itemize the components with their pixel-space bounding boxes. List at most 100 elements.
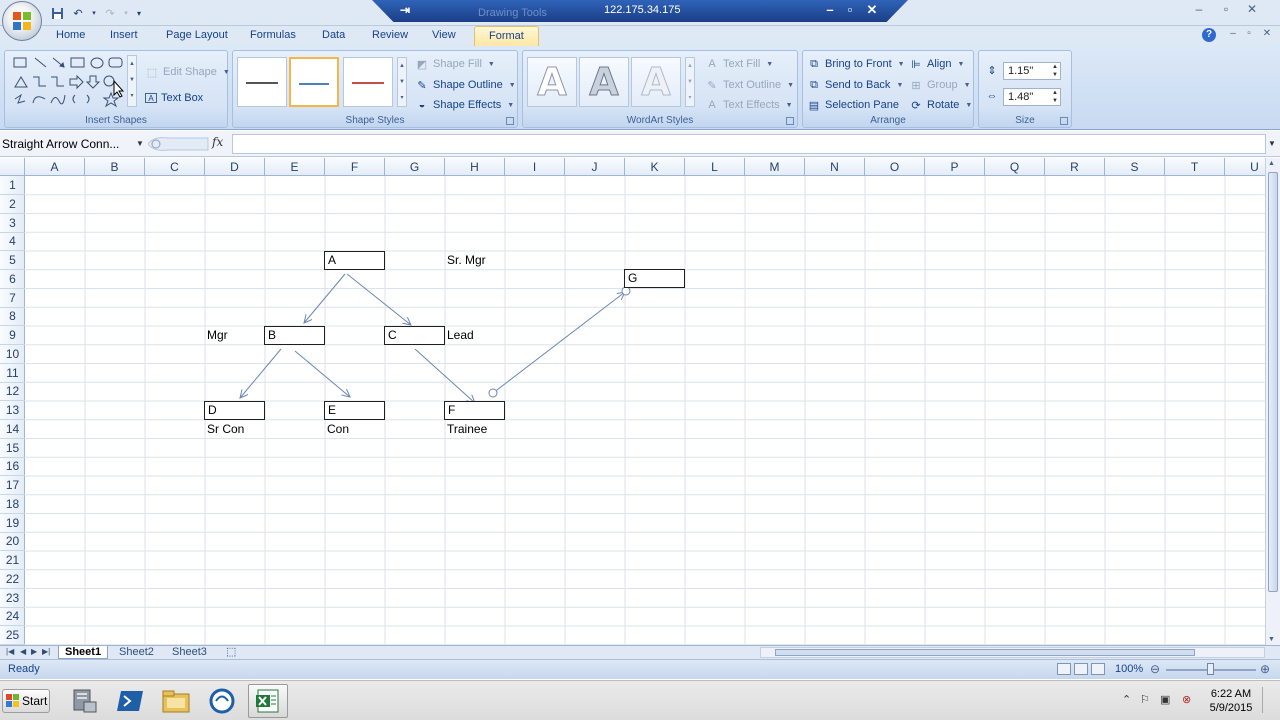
restore-icon[interactable]: ▫ — [1217, 2, 1235, 16]
column-header[interactable]: P — [925, 158, 985, 176]
tab-page-layout[interactable]: Page Layout — [166, 29, 228, 41]
org-box-f[interactable]: F — [444, 401, 505, 420]
row-header[interactable]: 1 — [0, 176, 25, 195]
text-outline-button[interactable]: ✎ Text Outline ▼ — [705, 78, 794, 92]
server-manager-icon[interactable] — [64, 684, 104, 718]
column-header[interactable]: M — [745, 158, 805, 176]
row-header[interactable]: 19 — [0, 514, 25, 533]
row-header[interactable]: 22 — [0, 570, 25, 589]
network-icon[interactable]: ▣ — [1160, 693, 1170, 706]
cell-area[interactable]: A B C D E F G Sr. Mgr Mgr Lead Sr Con Co… — [25, 176, 1265, 645]
row-header[interactable]: 24 — [0, 607, 25, 627]
worksheet-grid[interactable]: ABCDEFGHIJKLMNOPQRSTU 1 2 3 4 5 6 7 8 9 10 11 12 13 1… — [0, 158, 1265, 645]
redo-dropdown-icon[interactable]: ▾ — [122, 5, 130, 21]
row-header[interactable]: 18 — [0, 495, 25, 514]
connector-start-handle[interactable] — [488, 388, 498, 398]
excel-taskbar-icon[interactable] — [248, 684, 288, 718]
tab-insert[interactable]: Insert — [110, 29, 138, 41]
org-box-e[interactable]: E — [324, 401, 385, 420]
tab-review[interactable]: Review — [372, 29, 408, 41]
row-header[interactable]: 16 — [0, 457, 25, 477]
sheet-tab-1[interactable]: Sheet1 — [58, 646, 109, 659]
row-header[interactable]: 17 — [0, 476, 25, 495]
column-header[interactable]: K — [625, 158, 685, 176]
connector-a-c[interactable] — [346, 273, 411, 325]
shape-style-1[interactable] — [237, 57, 287, 107]
rdp-minimize-icon[interactable]: – — [822, 2, 838, 17]
column-header[interactable]: A — [25, 158, 85, 176]
row-header[interactable]: 9 — [0, 326, 25, 345]
scroll-thumb[interactable] — [1268, 172, 1278, 592]
sheet-tab-3[interactable]: Sheet3 — [166, 646, 213, 659]
width-spinner-icon[interactable]: ▲ ▼ — [1052, 89, 1058, 105]
zoom-slider-thumb[interactable] — [1207, 663, 1214, 675]
row-header[interactable]: 15 — [0, 439, 25, 458]
rotate-button[interactable]: ⟳ Rotate ▼ — [909, 98, 972, 112]
hscroll-thumb[interactable] — [775, 649, 1195, 656]
column-header[interactable]: I — [505, 158, 565, 176]
org-box-d[interactable]: D — [204, 401, 265, 420]
column-header[interactable]: D — [205, 158, 265, 176]
tab-format[interactable]: Format — [474, 26, 539, 46]
column-header[interactable]: E — [265, 158, 325, 176]
row-header[interactable]: 8 — [0, 307, 25, 327]
ribbon-restore-icon[interactable]: ▫ — [1240, 28, 1258, 39]
zoom-out-icon[interactable]: ⊖ — [1150, 662, 1160, 676]
shape-style-2[interactable] — [289, 57, 339, 107]
connector-b-d[interactable] — [240, 348, 282, 398]
row-header[interactable]: 11 — [0, 364, 25, 383]
zoom-in-icon[interactable]: ⊕ — [1260, 662, 1270, 676]
bring-to-front-button[interactable]: ⧉ Bring to Front ▼ — [807, 57, 905, 71]
volume-muted-icon[interactable]: ⊗ — [1182, 693, 1191, 706]
tab-view[interactable]: View — [432, 29, 456, 41]
size-launcher-icon[interactable] — [1060, 117, 1068, 125]
text-fill-button[interactable]: A Text Fill ▼ — [705, 57, 773, 71]
show-hidden-icons-icon[interactable]: ⌃ — [1122, 693, 1131, 706]
shape-height-input[interactable]: 1.15" ▲ ▼ — [1003, 62, 1061, 80]
selection-pane-button[interactable]: ▤ Selection Pane — [807, 98, 899, 112]
row-header[interactable]: 4 — [0, 232, 25, 252]
tab-home[interactable]: Home — [56, 29, 85, 41]
column-header[interactable]: Q — [985, 158, 1045, 176]
undo-icon[interactable]: ↶ — [69, 5, 87, 21]
connector-f-g-selected[interactable] — [492, 292, 625, 394]
align-button[interactable]: ⊫ Align ▼ — [909, 57, 964, 71]
expand-formula-icon[interactable]: ▼ — [1268, 139, 1276, 148]
connector-a-b[interactable] — [304, 273, 346, 323]
rdp-close-icon[interactable]: ✕ — [864, 2, 880, 18]
powershell-icon[interactable] — [110, 684, 150, 718]
org-box-a[interactable]: A — [324, 251, 385, 270]
insert-sheet-icon[interactable]: ⬚ — [220, 646, 242, 659]
customize-toolbar-icon[interactable]: ▾ — [133, 5, 145, 21]
org-box-g[interactable]: G — [624, 269, 685, 288]
minimize-icon[interactable]: – — [1190, 2, 1208, 16]
row-header[interactable]: 25 — [0, 626, 25, 645]
office-button[interactable] — [2, 1, 42, 41]
shapes-scroll-icon[interactable]: ▲ ▼ ▾ — [127, 55, 137, 107]
close-icon[interactable]: ✕ — [1243, 2, 1261, 16]
row-header[interactable]: 5 — [0, 251, 25, 270]
row-header[interactable]: 12 — [0, 382, 25, 402]
scroll-up-icon[interactable]: ▲ — [1268, 160, 1275, 167]
column-header[interactable]: N — [805, 158, 865, 176]
text-box-button[interactable]: A Text Box — [145, 92, 203, 104]
shape-style-3[interactable] — [343, 57, 393, 107]
column-header[interactable]: S — [1105, 158, 1165, 176]
remote-desktop-icon[interactable] — [202, 684, 242, 718]
formula-input[interactable] — [232, 134, 1266, 154]
edit-shape-button[interactable]: ⬚ Edit Shape ▼ — [145, 65, 230, 79]
vertical-scrollbar[interactable]: ▲ ▼ — [1265, 158, 1280, 645]
shapes-gallery[interactable] — [13, 55, 129, 108]
select-all-button[interactable] — [0, 158, 25, 176]
row-header[interactable]: 6 — [0, 270, 25, 289]
org-box-c[interactable]: C — [384, 326, 445, 345]
row-header[interactable]: 20 — [0, 532, 25, 552]
column-header[interactable]: B — [85, 158, 145, 176]
sheet-tab-2[interactable]: Sheet2 — [113, 646, 160, 659]
row-header[interactable]: 10 — [0, 345, 25, 364]
column-header[interactable]: F — [325, 158, 385, 176]
scroll-down-icon[interactable]: ▼ — [1268, 636, 1275, 643]
prev-sheet-icon[interactable]: ◀ — [20, 647, 26, 656]
help-icon[interactable]: ? — [1202, 28, 1216, 42]
height-spinner-icon[interactable]: ▲ ▼ — [1052, 63, 1058, 79]
